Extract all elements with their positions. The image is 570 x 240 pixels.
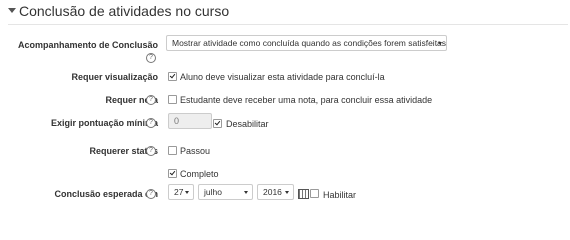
year-select[interactable]: 2016	[257, 184, 294, 200]
view-label: Requer visualização	[71, 72, 158, 82]
view-option-label: Aluno deve visualizar esta atividade par…	[180, 72, 385, 82]
question-circle-icon[interactable]: ?	[146, 146, 156, 156]
month-select-value: julho	[204, 187, 222, 197]
view-checkbox[interactable]	[168, 72, 177, 81]
min-score-input[interactable]: 0	[168, 113, 212, 129]
status-complete-checkbox[interactable]	[168, 169, 177, 178]
tracking-select-value: Mostrar atividade como concluída quando …	[172, 38, 447, 48]
section-title[interactable]: Conclusão de atividades no curso	[19, 3, 229, 19]
enable-expected-label: Habilitar	[323, 190, 357, 200]
status-passed-label: Passou	[180, 146, 211, 156]
chevron-down-icon	[438, 42, 442, 45]
day-select-value: 27	[174, 187, 184, 197]
status-complete-label: Completo	[180, 169, 219, 179]
day-select[interactable]: 27	[168, 184, 194, 200]
question-circle-icon[interactable]: ?	[146, 118, 156, 128]
tracking-select[interactable]: Mostrar atividade como concluída quando …	[166, 35, 447, 51]
grade-option-label: Estudante deve receber uma nota, para co…	[180, 95, 433, 105]
chevron-down-icon	[244, 191, 248, 194]
caret-down-icon[interactable]	[8, 8, 16, 13]
disable-score-label: Desabilitar	[226, 119, 269, 129]
month-select[interactable]: julho	[198, 184, 253, 200]
status-passed-checkbox[interactable]	[168, 146, 177, 155]
chevron-down-icon	[285, 191, 289, 194]
score-label: Exigir pontuação mínima	[50, 118, 158, 128]
section-divider	[8, 24, 568, 25]
question-circle-icon[interactable]: ?	[146, 95, 156, 105]
enable-expected-checkbox[interactable]	[310, 189, 319, 198]
grade-checkbox[interactable]	[168, 95, 177, 104]
disable-score-checkbox[interactable]	[213, 119, 222, 128]
question-circle-icon[interactable]: ?	[146, 53, 156, 63]
tracking-label: Acompanhamento de Conclusão	[17, 40, 158, 50]
year-select-value: 2016	[263, 187, 282, 197]
question-circle-icon[interactable]: ?	[146, 189, 156, 199]
calendar-icon[interactable]	[298, 189, 309, 199]
chevron-down-icon	[185, 191, 189, 194]
expected-label: Conclusão esperada em	[54, 189, 158, 199]
